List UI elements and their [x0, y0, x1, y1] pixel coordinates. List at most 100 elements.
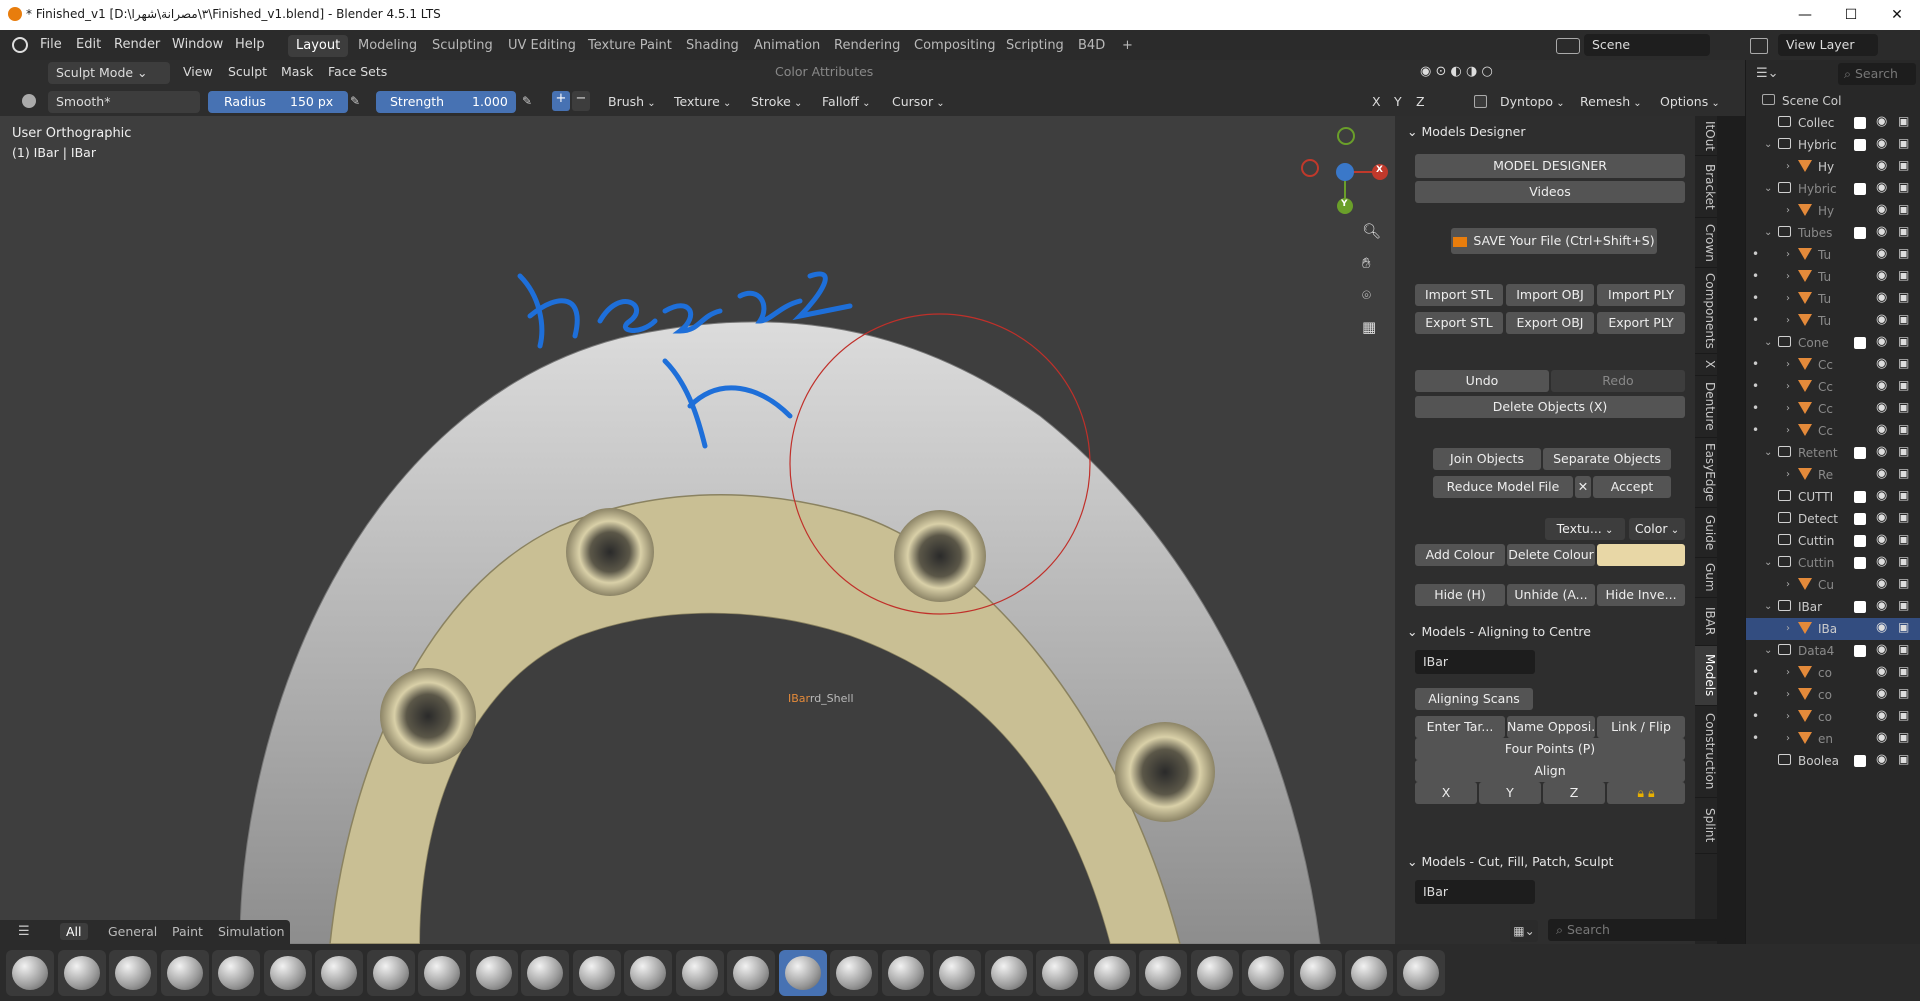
outliner-row[interactable]: Scene Col	[1746, 90, 1920, 112]
camera-icon[interactable]: ▣	[1898, 202, 1909, 216]
unhide-button[interactable]: Unhide (A...	[1507, 584, 1595, 606]
camera-icon[interactable]: ▣	[1898, 708, 1909, 722]
shelf-search-input[interactable]: ⌕ Search	[1548, 919, 1726, 941]
eye-icon[interactable]: ◉	[1876, 576, 1887, 591]
shelf-tab-general[interactable]: General	[108, 924, 157, 939]
exclude-checkbox[interactable]	[1854, 183, 1866, 195]
view-layer-selector[interactable]: View Layer	[1778, 34, 1878, 56]
import-stl-button[interactable]: Import STL	[1415, 284, 1503, 306]
eye-icon[interactable]: ◉	[1876, 664, 1887, 679]
chevron-down-icon[interactable]: ⌄	[1764, 645, 1772, 656]
accept-button[interactable]: Accept	[1593, 476, 1671, 498]
exclude-checkbox[interactable]	[1854, 117, 1866, 129]
gizmo-z-icon[interactable]	[1337, 127, 1355, 145]
tab-itout[interactable]: ItOut	[1695, 116, 1717, 156]
camera-icon[interactable]: ▣	[1898, 246, 1909, 260]
brush-thumbnail[interactable]	[675, 950, 724, 996]
exclude-checkbox[interactable]	[1854, 557, 1866, 569]
view-layer-icon[interactable]	[1750, 38, 1768, 54]
tab-crown[interactable]: Crown	[1695, 218, 1717, 268]
tab-ibar[interactable]: IBAR	[1695, 598, 1717, 646]
tab-guide[interactable]: Guide	[1695, 508, 1717, 558]
chevron-right-icon[interactable]: ›	[1786, 381, 1790, 392]
mirror-x-toggle[interactable]: X	[1366, 91, 1387, 113]
aligning-header[interactable]: ⌄ Models - Aligning to Centre	[1407, 624, 1591, 639]
brush-thumbnail[interactable]	[160, 950, 209, 996]
outliner-row[interactable]: ⌄ Cuttin ◉ ▣	[1746, 552, 1920, 574]
chevron-right-icon[interactable]: ›	[1786, 623, 1790, 634]
outliner-row[interactable]: • › Cc ◉ ▣	[1746, 398, 1920, 420]
hide-inverse-button[interactable]: Hide Inve...	[1597, 584, 1685, 606]
eye-icon[interactable]: ◉	[1876, 598, 1887, 613]
camera-icon[interactable]: ▣	[1898, 224, 1909, 238]
brush-thumbnail[interactable]	[1190, 950, 1239, 996]
tab-sculpting[interactable]: Sculpting	[424, 35, 501, 57]
tab-easyedge[interactable]: EasyEdge	[1695, 438, 1717, 508]
close-button[interactable]: ✕	[1874, 0, 1920, 30]
eye-icon[interactable]: ◉	[1876, 554, 1887, 569]
tab-rendering[interactable]: Rendering	[826, 35, 908, 57]
brush-thumbnail[interactable]	[1293, 950, 1342, 996]
camera-view-icon[interactable]: ⌾	[1362, 286, 1371, 304]
menu-face-sets[interactable]: Face Sets	[328, 64, 387, 79]
tab-texture-paint[interactable]: Texture Paint	[580, 35, 680, 57]
eye-icon[interactable]: ◉	[1876, 708, 1887, 723]
camera-icon[interactable]: ▣	[1898, 158, 1909, 172]
exclude-checkbox[interactable]	[1854, 337, 1866, 349]
brush-menu[interactable]: Brush	[602, 91, 662, 113]
chevron-right-icon[interactable]: ›	[1786, 667, 1790, 678]
chevron-down-icon[interactable]: ⌄	[1764, 447, 1772, 458]
model-designer-button[interactable]: MODEL DESIGNER	[1415, 154, 1685, 178]
gizmo-center-icon[interactable]	[1336, 163, 1354, 181]
brush-thumbnail[interactable]	[212, 950, 260, 996]
lock-icon[interactable]: 🔒︎ 🔒︎	[1607, 782, 1685, 804]
camera-icon[interactable]: ▣	[1898, 620, 1909, 634]
menu-view[interactable]: View	[183, 64, 213, 79]
dyntopo-menu[interactable]: Dyntopo	[1494, 91, 1571, 113]
chevron-right-icon[interactable]: ›	[1786, 711, 1790, 722]
eye-icon[interactable]: ◉	[1876, 224, 1887, 239]
brush-thumbnail[interactable]	[1139, 950, 1187, 996]
outliner-row[interactable]: • › co ◉ ▣	[1746, 684, 1920, 706]
eye-icon[interactable]: ◉	[1876, 686, 1887, 701]
exclude-checkbox[interactable]	[1854, 601, 1866, 613]
camera-icon[interactable]: ▣	[1898, 686, 1909, 700]
brush-thumbnail[interactable]	[1396, 950, 1445, 996]
3d-viewport[interactable]: User Orthographic (1) IBar | IBar X Y 🔍︎…	[0, 116, 1395, 944]
brush-thumbnail[interactable]	[469, 950, 518, 996]
brush-thumbnail[interactable]	[984, 950, 1033, 996]
outliner-row[interactable]: • › Tu ◉ ▣	[1746, 310, 1920, 332]
eye-icon[interactable]: ◉	[1876, 752, 1887, 767]
chevron-down-icon[interactable]: ⌄	[1764, 227, 1772, 238]
camera-icon[interactable]: ▣	[1898, 334, 1909, 348]
exclude-checkbox[interactable]	[1854, 535, 1866, 547]
tab-construction[interactable]: Construction	[1695, 706, 1717, 798]
exclude-checkbox[interactable]	[1854, 645, 1866, 657]
outliner-row[interactable]: › Hy ◉ ▣	[1746, 200, 1920, 222]
radius-pressure-icon[interactable]: ✎	[350, 94, 360, 108]
outliner-row[interactable]: ⌄ Retent ◉ ▣	[1746, 442, 1920, 464]
outliner-row[interactable]: • › co ◉ ▣	[1746, 662, 1920, 684]
camera-icon[interactable]: ▣	[1898, 114, 1909, 128]
save-file-button[interactable]: SAVE Your File (Ctrl+Shift+S)	[1451, 228, 1657, 254]
shelf-tab-all[interactable]: All	[60, 923, 88, 940]
brush-thumbnail[interactable]	[830, 950, 878, 996]
camera-icon[interactable]: ▣	[1898, 532, 1909, 546]
maximize-button[interactable]: ☐	[1828, 0, 1874, 30]
tab-splint[interactable]: Splint	[1695, 798, 1717, 854]
camera-icon[interactable]: ▣	[1898, 488, 1909, 502]
menu-file[interactable]: File	[40, 37, 62, 52]
chevron-right-icon[interactable]: ›	[1786, 161, 1790, 172]
outliner-row[interactable]: • › Cc ◉ ▣	[1746, 354, 1920, 376]
chevron-down-icon[interactable]: ⌄	[1764, 139, 1772, 150]
outliner-search-input[interactable]: ⌕ Search	[1838, 63, 1916, 85]
brush-thumbnail[interactable]	[57, 950, 106, 996]
camera-icon[interactable]: ▣	[1898, 378, 1909, 392]
camera-icon[interactable]: ▣	[1898, 466, 1909, 480]
blender-menu-icon[interactable]	[12, 37, 28, 53]
mirror-y-toggle[interactable]: Y	[1388, 91, 1408, 113]
import-ply-button[interactable]: Import PLY	[1597, 284, 1685, 306]
brush-thumbnail[interactable]	[778, 950, 827, 996]
minimize-button[interactable]: —	[1782, 0, 1828, 30]
outliner-row[interactable]: › Cu ◉ ▣	[1746, 574, 1920, 596]
